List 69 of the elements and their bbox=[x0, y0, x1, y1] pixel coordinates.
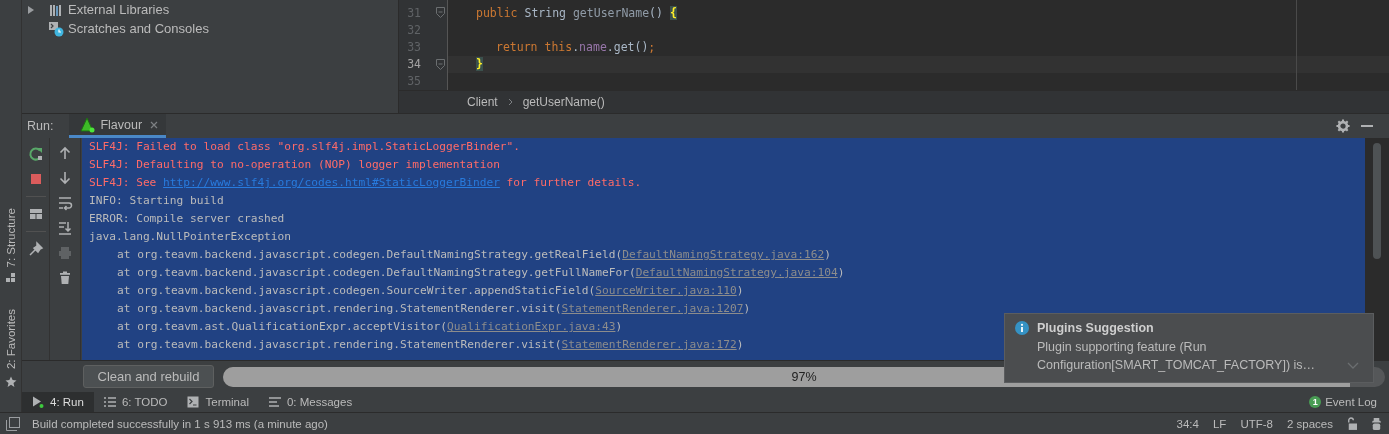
pin-icon[interactable] bbox=[27, 241, 44, 257]
soft-wrap-icon[interactable] bbox=[57, 195, 73, 211]
link[interactable]: SourceWriter.java:110 bbox=[595, 284, 737, 297]
settings-icon[interactable] bbox=[1336, 119, 1350, 133]
console-line: at org.teavm.backend.javascript.codegen.SourceWriter.appendStaticField(SourceWriter.java:110) bbox=[116, 283, 745, 299]
status-item[interactable]: 2 spaces bbox=[1286, 417, 1333, 430]
rerun-icon[interactable] bbox=[27, 146, 44, 162]
terminal-icon bbox=[187, 396, 200, 408]
unlock-icon[interactable] bbox=[1346, 417, 1357, 430]
link[interactable]: DefaultNamingStrategy.java:162 bbox=[622, 248, 825, 261]
notification-title: Plugins Suggestion bbox=[1037, 321, 1154, 335]
status-item[interactable]: 34:4 bbox=[1176, 417, 1199, 430]
tool-window-tab[interactable]: 4: Run bbox=[22, 392, 94, 412]
structure-icon[interactable] bbox=[5, 273, 16, 284]
breadcrumb[interactable]: getUserName() bbox=[522, 95, 605, 109]
event-log-tab[interactable]: 1 Event Log bbox=[1309, 392, 1377, 412]
status-item[interactable]: LF bbox=[1212, 417, 1227, 430]
console-line: at org.teavm.backend.javascript.codegen.DefaultNamingStrategy.getFullNameFor(DefaultNamingStrategy.java:104) bbox=[116, 265, 846, 281]
fold-icon[interactable] bbox=[435, 7, 445, 19]
run-label: Run: bbox=[27, 119, 54, 133]
console-line: INFO: Starting build bbox=[89, 193, 225, 209]
console-line: at org.teavm.backend.javascript.codegen.DefaultNamingStrategy.getRealField(DefaultNamingStrategy.java:162) bbox=[116, 247, 832, 263]
count-badge: 1 bbox=[1309, 396, 1322, 408]
scroll-to-end-icon[interactable] bbox=[57, 220, 73, 236]
down-arrow-icon[interactable] bbox=[57, 170, 73, 186]
tree-item[interactable]: Scratches and Consoles bbox=[68, 21, 209, 36]
clean-and-rebuild-button[interactable]: Clean and rebuild bbox=[83, 365, 214, 388]
code-line: public String getUserName() { bbox=[475, 4, 678, 22]
link[interactable]: StatementRenderer.java:1207 bbox=[561, 302, 744, 315]
inspector-icon[interactable] bbox=[1370, 417, 1383, 430]
console-line: SLF4J: Defaulting to no-operation (NOP) logger implementation bbox=[89, 157, 501, 173]
scratches-icon bbox=[48, 20, 64, 37]
up-arrow-icon[interactable] bbox=[57, 145, 73, 161]
close-icon[interactable] bbox=[150, 120, 159, 129]
layout-icon[interactable] bbox=[27, 206, 44, 222]
scrollbar-thumb[interactable] bbox=[1373, 143, 1381, 259]
breadcrumb[interactable]: Client bbox=[467, 95, 498, 109]
tree-item[interactable]: External Libraries bbox=[68, 2, 170, 17]
trash-icon[interactable] bbox=[57, 270, 73, 286]
messages-icon bbox=[268, 396, 281, 408]
run-tab[interactable]: Flavour bbox=[69, 114, 167, 138]
console-line: ERROR: Compile server crashed bbox=[89, 211, 286, 227]
star-icon[interactable] bbox=[4, 375, 17, 388]
panels-icon[interactable] bbox=[6, 416, 20, 431]
line-number: 34 bbox=[406, 57, 421, 72]
console-line: SLF4J: See http://www.slf4j.org/codes.html#StaticLoggerBinder for further details. bbox=[89, 175, 643, 191]
link[interactable]: DefaultNamingStrategy.java:104 bbox=[635, 266, 838, 279]
link[interactable]: StatementRenderer.java:172 bbox=[561, 338, 737, 351]
status-item[interactable]: UTF-8 bbox=[1240, 417, 1273, 430]
side-tab[interactable]: 2: Favorites bbox=[4, 309, 17, 370]
fold-icon[interactable] bbox=[435, 58, 445, 70]
expand-arrow-icon[interactable] bbox=[27, 5, 35, 14]
cone-icon bbox=[79, 116, 96, 133]
tool-window-tab[interactable]: 0: Messages bbox=[258, 392, 363, 412]
link[interactable]: QualificationExpr.java:43 bbox=[447, 320, 616, 333]
run-icon bbox=[32, 396, 44, 408]
info-icon bbox=[1015, 321, 1029, 335]
tool-window-tab[interactable]: Terminal bbox=[177, 392, 259, 412]
chevron-icon bbox=[507, 98, 513, 106]
console-line: SLF4J: Failed to load class "org.slf4j.impl.StaticLoggerBinder". bbox=[89, 139, 522, 155]
code-line: return this.name.get(); bbox=[495, 39, 657, 56]
list-icon bbox=[103, 396, 116, 408]
progress-percent: 97% bbox=[791, 369, 817, 384]
console-line: java.lang.NullPointerException bbox=[89, 229, 293, 245]
notification-text: Plugin supporting feature (Run Configuration[SMART_TOMCAT_FACTORY]) is… bbox=[1037, 339, 1317, 374]
console-line: at org.teavm.backend.javascript.rendering.StatementRenderer.visit(StatementRenderer.java:1207) bbox=[116, 301, 752, 317]
status-message: Build completed successfully in 1 s 913 ms (a minute ago) bbox=[32, 417, 328, 430]
side-tab[interactable]: 7: Structure bbox=[4, 208, 17, 268]
tool-window-tab[interactable]: 6: TODO bbox=[93, 392, 178, 412]
